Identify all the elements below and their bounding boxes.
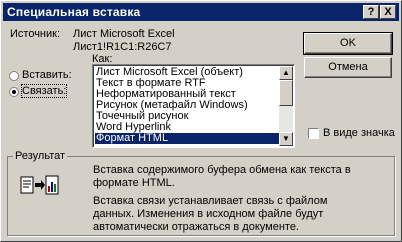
dialog-title: Специальная вставка <box>7 5 141 19</box>
result-desc-line: Вставка связи устанавливает связь с файл… <box>93 195 328 207</box>
list-item-selected[interactable]: Формат HTML <box>95 133 280 144</box>
result-desc-line: данных. Изменения в исходном файле будут <box>93 208 324 220</box>
radio-selected-dot <box>12 90 16 94</box>
help-button[interactable]: ? <box>363 5 379 19</box>
format-listbox[interactable]: Лист Microsoft Excel (объект) Текст в фо… <box>92 64 295 148</box>
display-as-icon-checkbox[interactable] <box>308 128 319 139</box>
paste-radio-label[interactable]: Вставить: <box>22 69 72 81</box>
paste-special-dialog: Специальная вставка ? X Источник: Лист M… <box>0 0 402 242</box>
scroll-thumb[interactable] <box>279 80 293 106</box>
ok-button[interactable]: OK <box>303 32 393 55</box>
list-scrollbar[interactable]: ▲ ▼ <box>279 66 293 146</box>
result-desc-line: автоматически отражаться в документе. <box>93 221 299 233</box>
title-bar[interactable]: Специальная вставка ? X <box>3 3 399 21</box>
cancel-button[interactable]: Отмена <box>304 57 392 78</box>
paste-link-result-icon <box>20 175 59 195</box>
result-desc-line: Вставка содержимого буфера обмена как те… <box>93 164 351 176</box>
scroll-up-icon[interactable]: ▲ <box>279 66 293 80</box>
source-range: Лист1!R1C1:R26C7 <box>73 41 172 53</box>
link-radio[interactable] <box>9 87 19 97</box>
result-desc-line: формате HTML. <box>93 177 175 189</box>
close-button[interactable]: X <box>380 5 396 19</box>
result-group-label: Результат <box>13 150 68 162</box>
source-label: Источник: <box>10 28 61 40</box>
display-as-icon-label[interactable]: В виде значка <box>323 127 395 139</box>
scroll-down-icon[interactable]: ▼ <box>279 132 293 146</box>
paste-radio[interactable] <box>9 71 19 81</box>
source-name: Лист Microsoft Excel <box>73 28 175 40</box>
link-radio-label[interactable]: Связать: <box>20 84 68 98</box>
